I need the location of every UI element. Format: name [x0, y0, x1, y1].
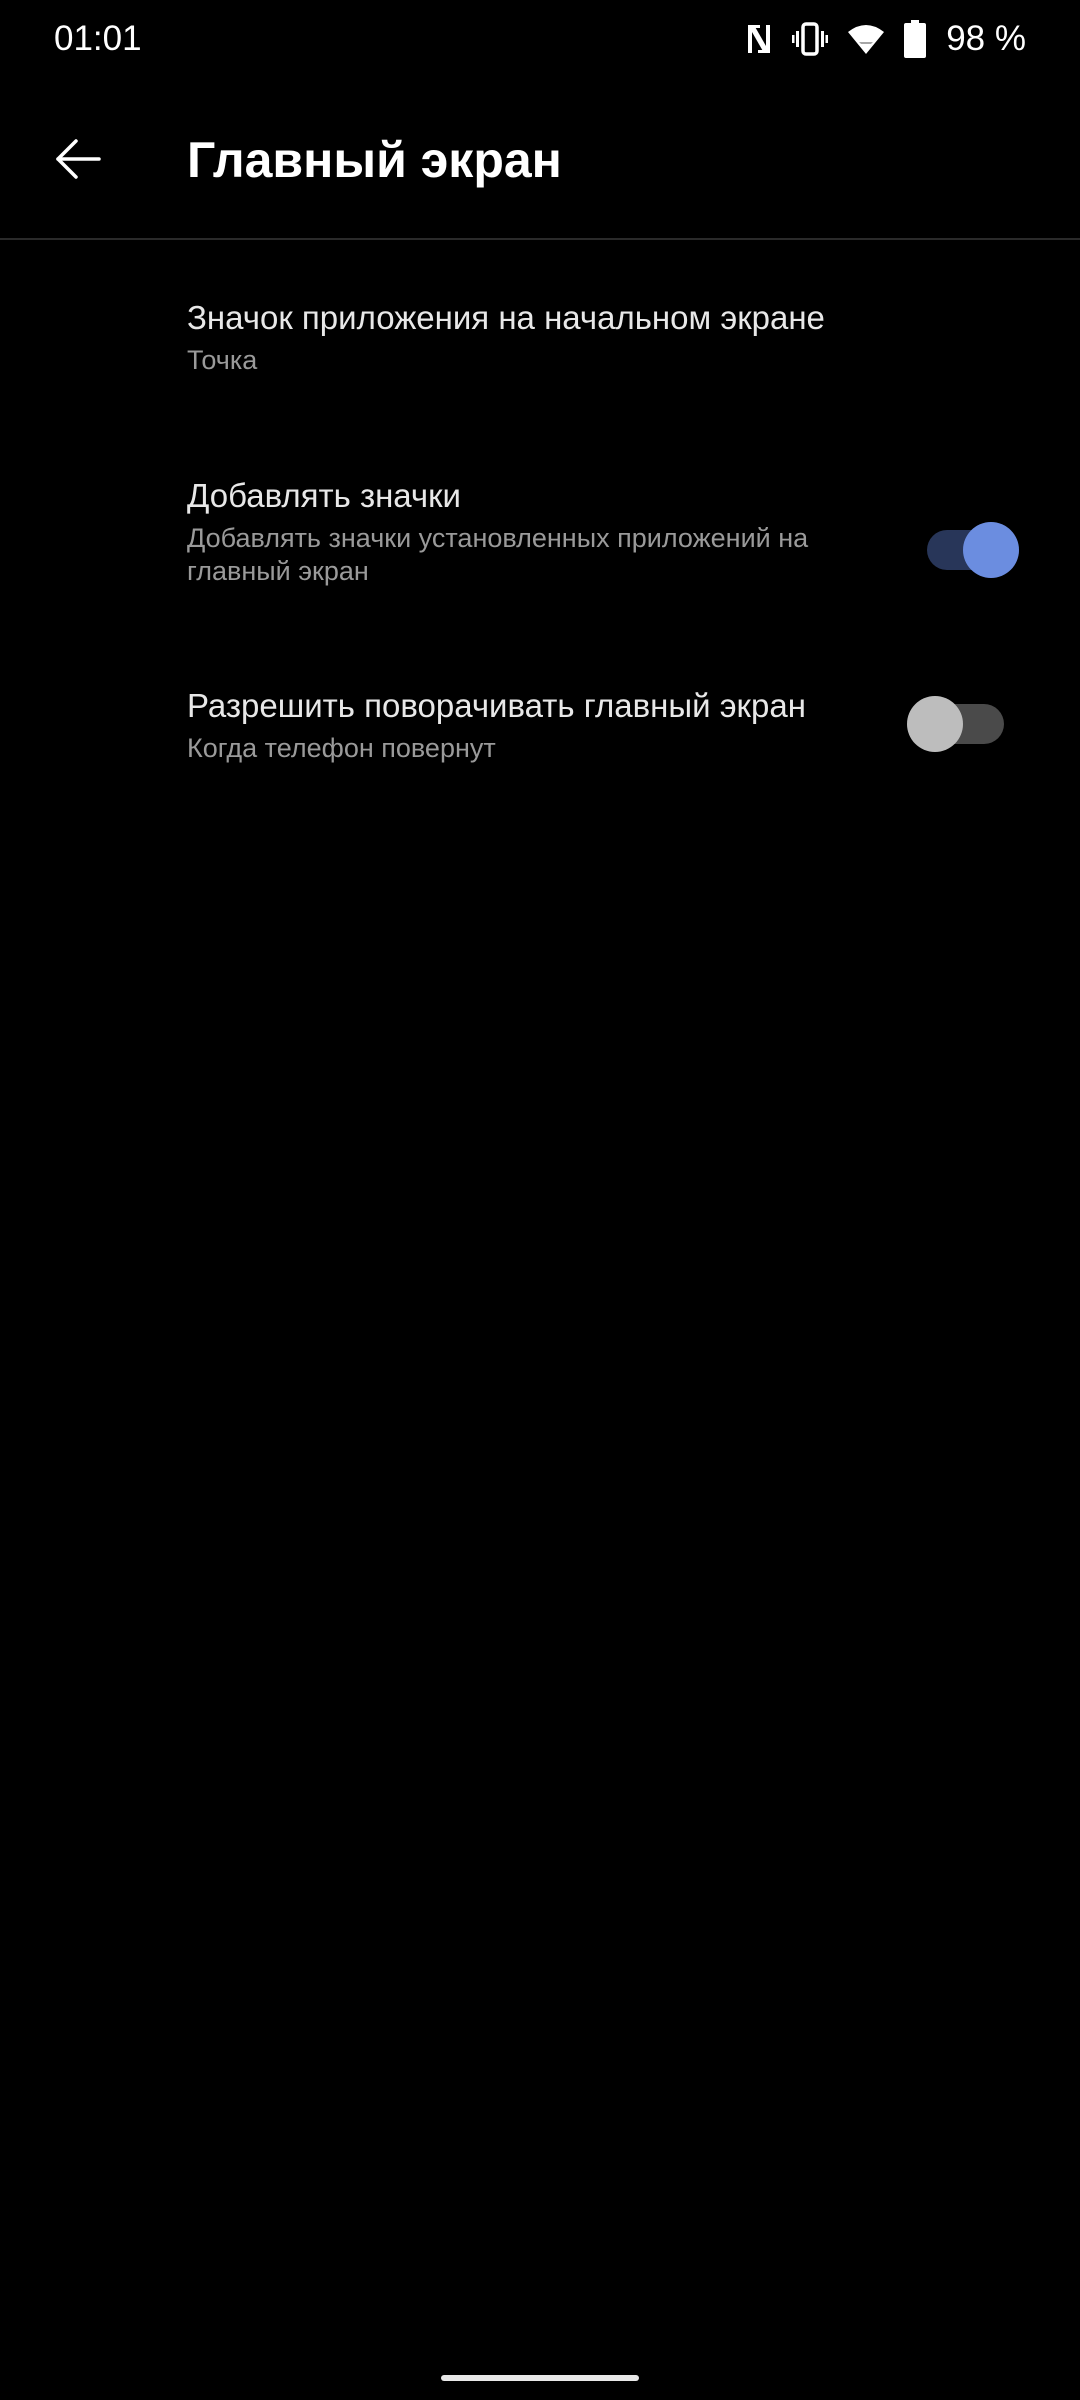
setting-title: Значок приложения на начальном экране — [187, 299, 825, 336]
setting-add-icons[interactable]: Добавлять значки Добавлять значки устано… — [0, 420, 1080, 630]
setting-summary: Когда телефон повернут — [187, 733, 496, 763]
status-time: 01:01 — [54, 19, 142, 58]
setting-app-icon[interactable]: Значок приложения на начальном экране То… — [0, 240, 1080, 420]
setting-summary: Точка — [187, 345, 258, 375]
nfc-icon — [746, 22, 772, 56]
setting-text: Разрешить поворачивать главный экран Ког… — [187, 684, 806, 765]
toggle-thumb — [963, 522, 1019, 578]
wifi-icon — [848, 24, 885, 54]
setting-text: Значок приложения на начальном экране То… — [187, 296, 825, 377]
page-title: Главный экран — [187, 132, 562, 188]
toggle-thumb — [907, 696, 963, 752]
setting-summary: Добавлять значки установленных приложени… — [187, 523, 809, 586]
setting-title: Разрешить поворачивать главный экран — [187, 687, 806, 724]
app-bar: Главный экран — [0, 80, 1080, 240]
setting-rotate[interactable]: Разрешить поворачивать главный экран Ког… — [0, 630, 1080, 820]
status-icons: 98 % — [746, 16, 1026, 62]
setting-text: Добавлять значки Добавлять значки устано… — [187, 474, 887, 588]
back-button[interactable] — [40, 123, 116, 199]
gesture-nav-handle[interactable] — [441, 2375, 639, 2381]
add-icons-toggle[interactable] — [927, 522, 1019, 578]
vibrate-icon — [792, 22, 829, 56]
setting-title: Добавлять значки — [187, 477, 461, 514]
rotate-toggle[interactable] — [907, 696, 1004, 752]
battery-icon — [904, 20, 927, 58]
status-bar: 01:01 98 % — [0, 0, 1080, 80]
settings-list: Значок приложения на начальном экране То… — [0, 240, 1080, 420]
battery-percent: 98 % — [946, 19, 1026, 58]
arrow-back-icon — [55, 138, 101, 184]
